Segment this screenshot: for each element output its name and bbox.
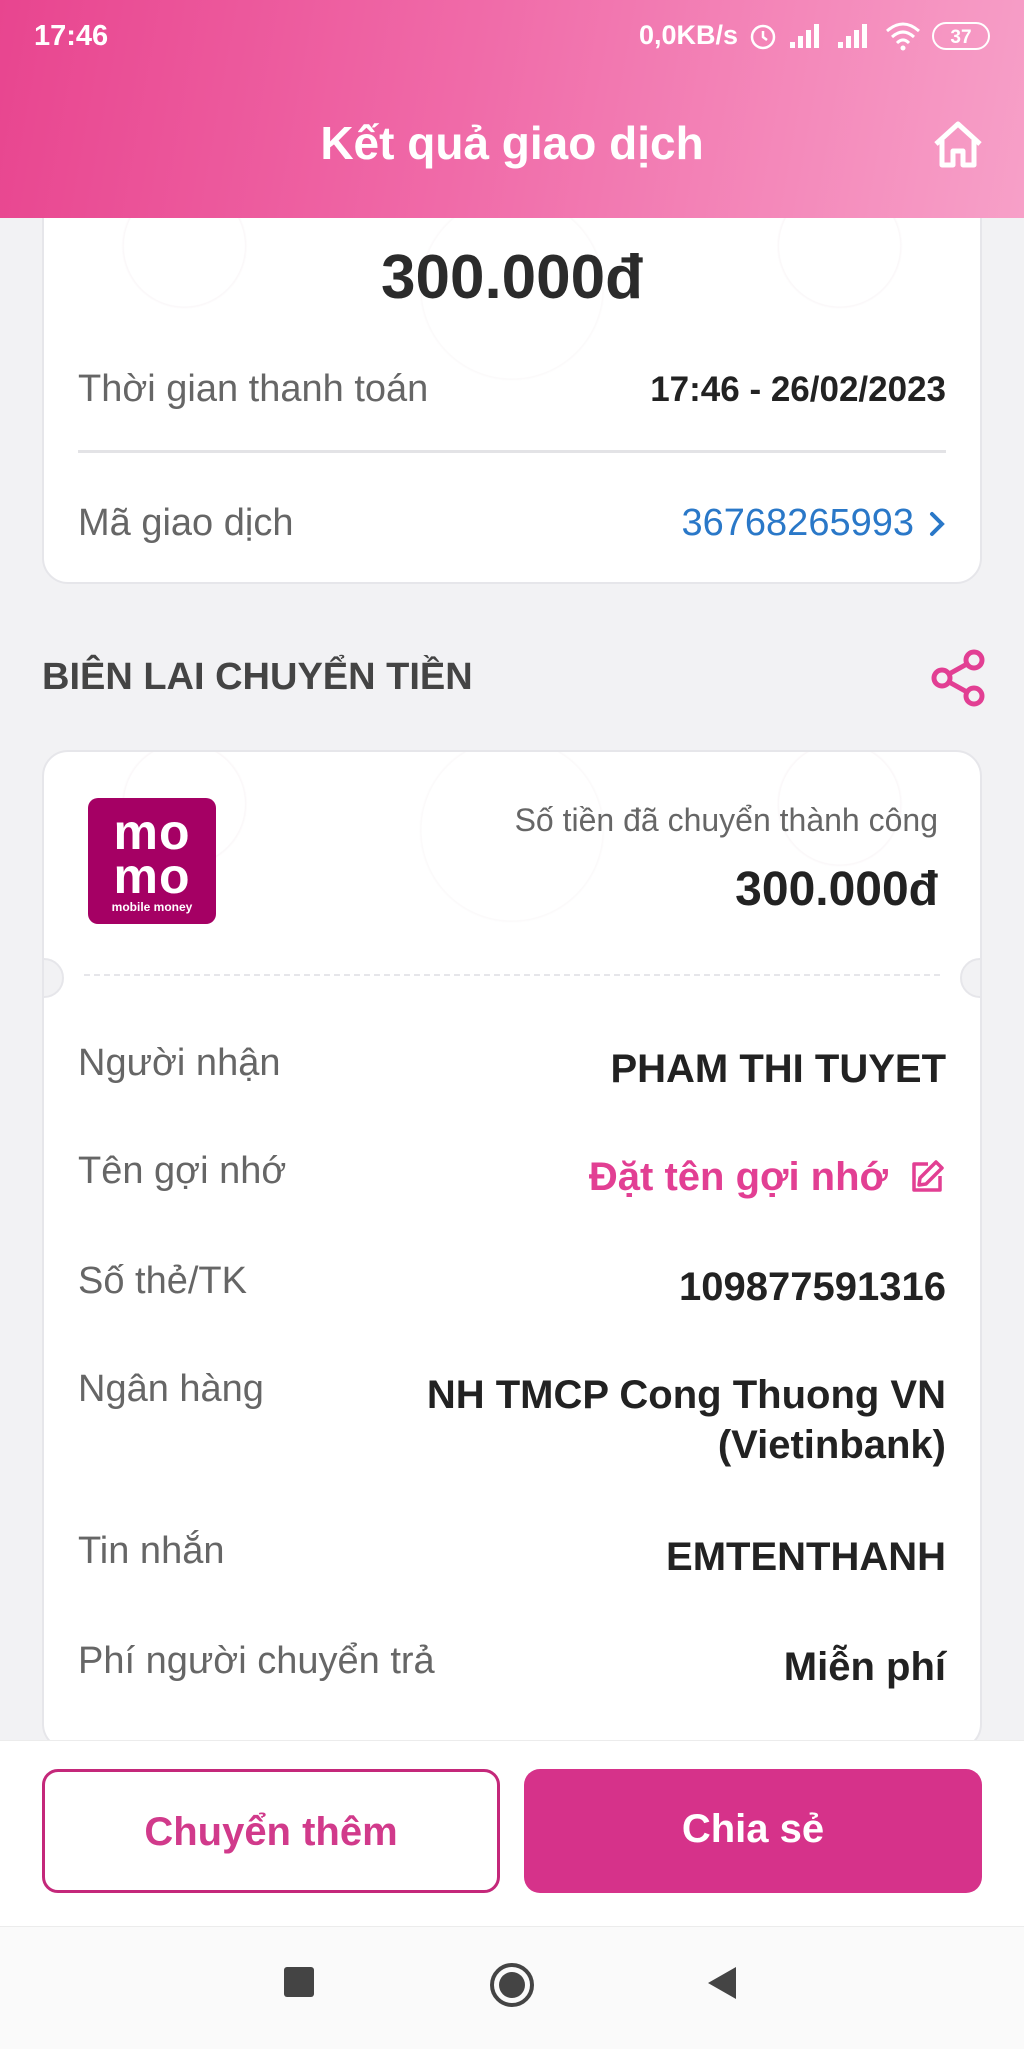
account-number: 109877591316: [679, 1265, 946, 1309]
transaction-id-label: Mã giao dịch: [78, 502, 294, 544]
recent-apps-icon[interactable]: [282, 1965, 316, 1999]
battery-indicator: 37: [932, 21, 990, 50]
transfer-message: EMTENTHANH: [666, 1535, 946, 1579]
row-label: Phí người chuyển trả: [78, 1640, 435, 1682]
row-label: Tin nhắn: [78, 1530, 225, 1572]
network-speed: 0,0KB/s: [638, 20, 738, 50]
row-label: Ngân hàng: [78, 1368, 264, 1410]
success-amount: 300.000đ: [735, 863, 938, 916]
home-icon[interactable]: [930, 118, 986, 170]
bank-name: NH TMCP Cong Thuong VN (Vietinbank): [426, 1373, 946, 1467]
logo-tagline: mobile money: [111, 900, 193, 914]
fee-value: Miễn phí: [783, 1645, 946, 1689]
chevron-right-icon: [930, 511, 945, 536]
status-time: 17:46: [34, 20, 109, 52]
payment-time-value: 17:46 - 26/02/2023: [650, 370, 946, 409]
share-button[interactable]: Chia sẻ: [524, 1769, 982, 1893]
dashed-divider: [84, 974, 940, 976]
signal-icon-2: [838, 23, 867, 48]
transfer-more-button[interactable]: Chuyển thêm: [42, 1769, 500, 1893]
action-bar: Chuyển thêm Chia sẻ: [0, 1740, 1024, 1927]
receipt-card: mo mo mobile money Số tiền đã chuyển thà…: [42, 750, 982, 1750]
receipt-section-title: BIÊN LAI CHUYỂN TIỀN: [42, 656, 473, 698]
set-nickname-button[interactable]: Đặt tên gợi nhớ: [589, 1152, 946, 1202]
row-label: Số thẻ/TK: [78, 1260, 247, 1302]
edit-icon: [912, 1160, 944, 1192]
set-nickname-label: Đặt tên gợi nhớ: [588, 1155, 888, 1199]
page-title: Kết quả giao dịch: [320, 117, 704, 169]
alarm-icon: [750, 24, 776, 49]
back-nav-icon[interactable]: [704, 1965, 738, 2001]
app-header: 17:46 0,0KB/s 37 Kết quả giao dịch: [0, 0, 1024, 218]
transaction-id-value: 36768265993: [681, 502, 914, 544]
signal-icon: [790, 23, 819, 48]
status-icons: 0,0KB/s 37: [639, 20, 990, 51]
share-icon[interactable]: [930, 648, 986, 708]
status-bar: 17:46 0,0KB/s 37: [34, 16, 990, 56]
system-nav-bar: [0, 1926, 1024, 2049]
transaction-summary-card: 300.000đ Thời gian thanh toán 17:46 - 26…: [42, 160, 982, 584]
home-nav-icon[interactable]: [488, 1961, 536, 2009]
transaction-amount: 300.000đ: [381, 243, 643, 312]
momo-logo: mo mo mobile money: [88, 798, 216, 924]
logo-text-2: mo: [113, 848, 191, 904]
divider: [78, 450, 946, 453]
success-label: Số tiền đã chuyển thành công: [514, 802, 938, 838]
row-label: Người nhận: [78, 1042, 281, 1084]
wifi-icon: [886, 22, 920, 50]
row-label: Tên gợi nhớ: [78, 1150, 287, 1192]
transaction-id-link[interactable]: 36768265993: [682, 502, 946, 545]
payment-time-label: Thời gian thanh toán: [78, 368, 429, 410]
recipient-name: PHAM THI TUYET: [610, 1047, 946, 1091]
